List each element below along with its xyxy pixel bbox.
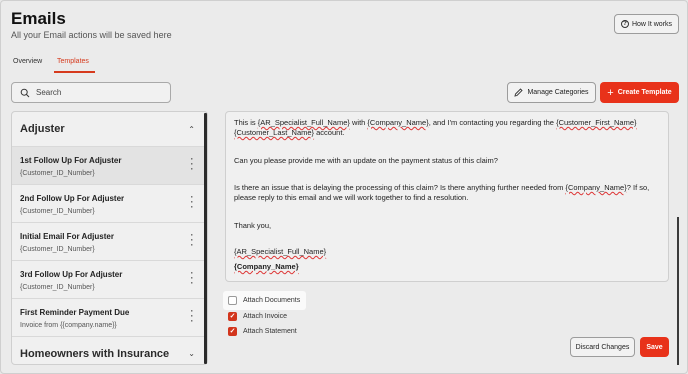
group-name: Homeowners with Insurance	[20, 347, 170, 360]
body-paragraph: Can you please provide me with an update…	[234, 156, 498, 165]
merge-field: {Company_Name}	[234, 262, 299, 271]
how-it-works-label: How It works	[631, 20, 673, 28]
group-name: Adjuster	[20, 123, 65, 135]
question-icon: ?	[620, 20, 629, 28]
how-it-works-button[interactable]: ? How It works	[614, 14, 679, 34]
search-icon	[20, 88, 30, 97]
template-subject: {Customer_ID_Number}	[20, 208, 95, 215]
text-run: This is	[234, 118, 258, 127]
attach-invoice-option[interactable]: ✓ Attach Invoice	[228, 312, 287, 321]
page-subtitle: All your Email actions will be saved her…	[11, 30, 172, 40]
page-title: Emails	[11, 9, 66, 28]
template-item[interactable]: 2nd Follow Up For Adjuster {Customer_ID_…	[12, 184, 205, 222]
page-scrollbar[interactable]	[677, 217, 679, 365]
group-header-adjuster[interactable]: Adjuster ⌃	[12, 112, 205, 146]
template-subject: Invoice from {{company.name}}	[20, 322, 117, 329]
text-run: account.	[314, 128, 345, 137]
pencil-icon	[514, 88, 524, 97]
tab-overview[interactable]: Overview	[13, 58, 42, 65]
attach-invoice-label: Attach Invoice	[243, 313, 287, 320]
template-subject: {Customer_ID_Number}	[20, 284, 95, 291]
text-run: Is there an issue that is delaying the p…	[234, 183, 566, 192]
template-name: 1st Follow Up For Adjuster	[20, 156, 122, 165]
text-run: , and I'm contacting you regarding the	[428, 118, 557, 127]
attach-statement-label: Attach Statement	[243, 328, 297, 335]
create-template-label: Create Template	[617, 89, 672, 96]
body-paragraph: Thank you,	[234, 221, 272, 230]
group-header-homeowners[interactable]: Homeowners with Insurance ⌄	[12, 336, 205, 364]
attach-invoice-checkbox[interactable]: ✓	[228, 312, 237, 321]
merge-field: {Company_Name}	[367, 118, 429, 127]
chevron-down-icon: ⌄	[188, 349, 195, 358]
chevron-up-icon: ⌃	[188, 124, 195, 134]
emails-page: Emails All your Email actions will be sa…	[0, 0, 688, 374]
attach-statement-option[interactable]: ✓ Attach Statement	[228, 327, 297, 336]
kebab-menu-icon[interactable]: · · ·	[189, 307, 195, 326]
text-run: with	[349, 118, 368, 127]
template-subject: {Customer_ID_Number}	[20, 246, 95, 253]
create-template-button[interactable]: + Create Template	[600, 82, 679, 103]
plus-icon: +	[607, 86, 614, 99]
template-name: First Reminder Payment Due	[20, 308, 130, 317]
kebab-menu-icon[interactable]: · · ·	[189, 231, 195, 250]
email-body-editor[interactable]: This is {AR_Specialist_Full_Name} with {…	[225, 111, 669, 282]
template-item[interactable]: 1st Follow Up For Adjuster {Customer_ID_…	[12, 146, 205, 184]
template-item[interactable]: Initial Email For Adjuster {Customer_ID_…	[12, 222, 205, 260]
kebab-menu-icon[interactable]: · · ·	[189, 155, 195, 174]
kebab-menu-icon[interactable]: · · ·	[189, 193, 195, 212]
attach-documents-label: Attach Documents	[243, 297, 301, 304]
search-input[interactable]	[36, 88, 156, 97]
kebab-menu-icon[interactable]: · · ·	[189, 269, 195, 288]
merge-field: {AR_Specialist_Full_Name}	[234, 247, 327, 256]
merge-field: {Customer_Last_Name}	[234, 128, 315, 137]
merge-field: {AR_Specialist_Full_Name}	[257, 118, 350, 127]
active-tab-indicator	[54, 71, 95, 73]
manage-categories-button[interactable]: Manage Categories	[507, 82, 596, 103]
template-item[interactable]: 3rd Follow Up For Adjuster {Customer_ID_…	[12, 260, 205, 298]
tab-bar: Overview Templates	[1, 53, 687, 73]
template-name: 2nd Follow Up For Adjuster	[20, 194, 125, 203]
attach-statement-checkbox[interactable]: ✓	[228, 327, 237, 336]
merge-field: {Company_Name}	[565, 183, 627, 192]
template-list-panel: Adjuster ⌃ 1st Follow Up For Adjuster {C…	[11, 111, 208, 365]
template-list-scrollbar[interactable]	[204, 113, 207, 364]
merge-field: {Customer_First_Name}	[556, 118, 637, 127]
search-box[interactable]	[11, 82, 171, 103]
discard-changes-button[interactable]: Discard Changes	[570, 337, 635, 357]
template-item[interactable]: First Reminder Payment Due Invoice from …	[12, 298, 205, 336]
template-name: Initial Email For Adjuster	[20, 232, 114, 241]
template-subject: {Customer_ID_Number}	[20, 170, 95, 177]
body-paragraph: Is there an issue that is delaying the p…	[234, 183, 664, 203]
body-paragraph: {Company_Name}	[234, 262, 664, 272]
attach-documents-checkbox[interactable]	[228, 296, 237, 305]
attach-documents-option[interactable]: Attach Documents	[228, 296, 300, 305]
body-paragraph: This is {AR_Specialist_Full_Name} with {…	[234, 118, 664, 138]
template-name: 3rd Follow Up For Adjuster	[20, 270, 123, 279]
tab-templates[interactable]: Templates	[57, 58, 89, 65]
body-paragraph: {AR_Specialist_Full_Name}	[234, 247, 664, 257]
manage-categories-label: Manage Categories	[527, 89, 589, 96]
save-button[interactable]: Save	[640, 337, 669, 357]
